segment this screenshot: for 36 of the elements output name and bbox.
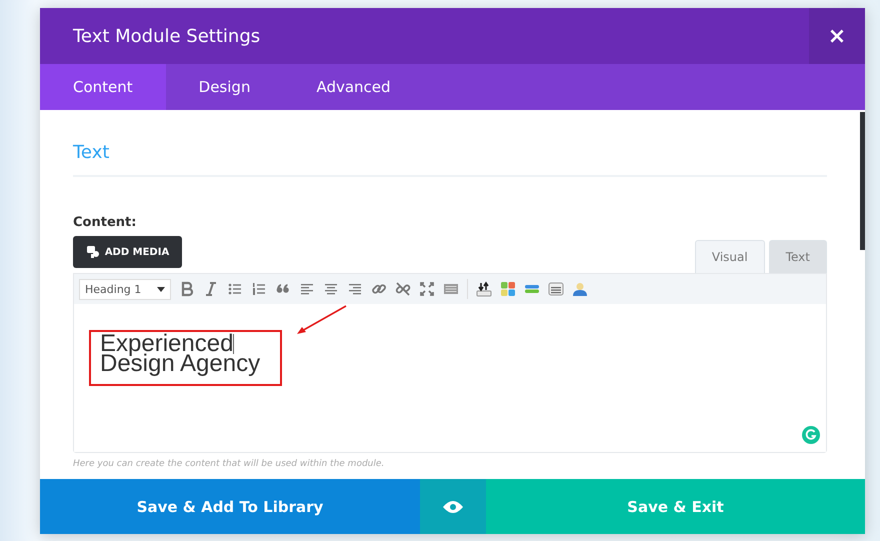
fullscreen-icon[interactable] [419, 281, 435, 297]
tab[interactable]: Design [166, 64, 284, 110]
layout-icon[interactable] [548, 281, 564, 297]
caret-icon [157, 286, 165, 292]
bold-icon[interactable] [179, 281, 195, 297]
text-editor[interactable]: Experienced Design Agency [74, 304, 826, 452]
color-grid-icon[interactable] [500, 281, 516, 297]
unlink-icon[interactable] [395, 281, 411, 297]
bullet-list-icon[interactable] [227, 281, 243, 297]
tab[interactable]: Content [40, 64, 166, 110]
tab[interactable]: Advanced [283, 64, 424, 110]
grammar-icon[interactable] [802, 426, 820, 444]
align-left-icon[interactable] [299, 281, 315, 297]
add-media-button[interactable]: ADD MEDIA [73, 236, 182, 268]
person-icon[interactable] [572, 281, 588, 297]
numbered-list-icon[interactable] [251, 281, 267, 297]
italic-icon[interactable] [203, 281, 219, 297]
upload-download-icon[interactable] [476, 281, 492, 297]
format-dropdown[interactable]: Heading 1 [79, 278, 171, 300]
editor-tab[interactable]: Text [768, 240, 827, 273]
arrow-icon [296, 305, 348, 335]
align-center-icon[interactable] [323, 281, 339, 297]
close-button[interactable]: × [809, 8, 865, 64]
heading-text: Design Agency [100, 354, 262, 374]
field-label: Content: [73, 215, 138, 230]
heading-text: Experienced [100, 334, 234, 354]
keyboard-icon[interactable] [443, 281, 459, 297]
help-text: Here you can create the content that will be used within the module. [73, 459, 386, 469]
section-title: Text [73, 142, 110, 163]
eye-icon [443, 500, 463, 512]
editor-tab[interactable]: Visual [694, 240, 765, 273]
window-title: Text Module Settings [73, 26, 260, 46]
align-right-icon[interactable] [347, 281, 363, 297]
media-icon [86, 245, 101, 259]
preview-button[interactable] [420, 479, 486, 534]
save-library-button[interactable]: Save & Add To Library [40, 479, 420, 534]
